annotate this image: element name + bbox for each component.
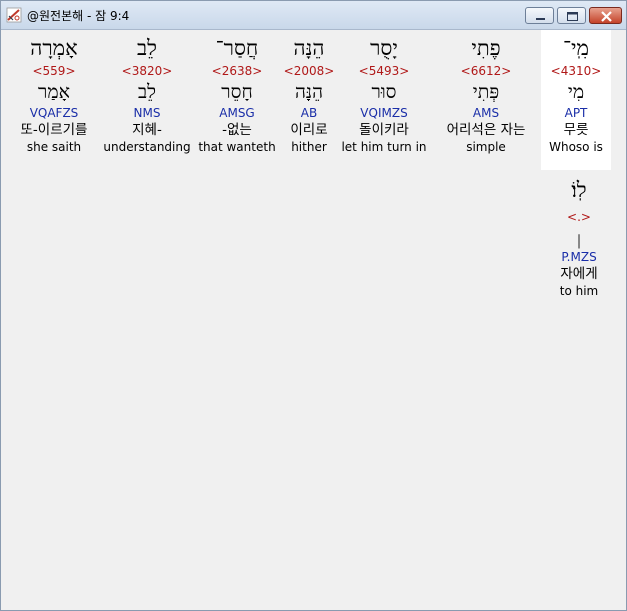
korean-gloss: 지혜- — [132, 122, 162, 138]
word-block[interactable]: לֵב <3820> לֵב NMS 지혜- understanding — [102, 30, 192, 155]
english-gloss: she saith — [26, 140, 82, 154]
korean-gloss: 어리석은 자는 — [446, 122, 526, 138]
lemma-word: סוּר — [371, 81, 397, 103]
verse-view: מִֽי־ <4310> מִי APT 무릇 Whoso is פֶתִי <… — [2, 30, 625, 610]
word-block[interactable]: מִֽי־ <4310> מִי APT 무릇 Whoso is — [541, 30, 611, 170]
lemma-word: לֵב — [137, 81, 157, 103]
korean-gloss: 자에게 — [560, 266, 598, 282]
english-gloss: Whoso is — [549, 140, 603, 154]
strong-number[interactable]: <5493> — [338, 63, 430, 79]
hebrew-word: הֵנָּה — [293, 36, 325, 60]
morph-code: P.MZS — [561, 250, 597, 264]
lemma-word: ׀ — [575, 235, 583, 249]
minimize-icon — [536, 18, 545, 20]
korean-gloss: 무릇 — [563, 122, 589, 138]
hebrew-word: מִֽי־ — [563, 36, 589, 60]
morph-code: VQIMZS — [360, 106, 408, 120]
korean-gloss: 또-이르기를 — [20, 122, 88, 138]
strong-number[interactable]: <2008> — [278, 63, 340, 79]
strong-number[interactable]: <559> — [6, 63, 102, 79]
strong-number[interactable]: <4310> — [541, 63, 611, 79]
english-gloss: to him — [559, 284, 599, 298]
english-gloss: let him turn in — [341, 140, 427, 154]
hebrew-word: חֲסַר־ — [215, 36, 259, 60]
hebrew-word: אָמְרָה — [30, 36, 78, 60]
app-logo-icon — [6, 7, 22, 23]
english-gloss: understanding — [103, 140, 191, 154]
lemma-word: פְּתִי — [472, 81, 500, 103]
morph-code: VQAFZS — [29, 106, 79, 120]
strong-number[interactable]: <.> — [541, 209, 617, 225]
word-block[interactable]: הֵנָּה <2008> הֵנָּה AB 이리로 hither — [278, 30, 340, 155]
english-gloss: simple — [466, 140, 506, 154]
lemma-word: חָסֵר — [221, 81, 253, 103]
maximize-button[interactable] — [557, 7, 586, 24]
morph-code: AMS — [472, 106, 500, 120]
word-block[interactable]: אָמְרָה <559> אָמַר VQAFZS 또-이르기를 she sa… — [6, 30, 102, 155]
morph-code: NMS — [133, 106, 161, 120]
strong-number[interactable]: <3820> — [102, 63, 192, 79]
morph-code: AB — [300, 106, 318, 120]
word-block[interactable]: חֲסַר־ <2638> חָסֵר AMSG -없는 that wantet… — [194, 30, 280, 155]
lemma-word: מִי — [567, 81, 585, 103]
morph-code: APT — [564, 106, 588, 120]
lemma-word: אָמַר — [38, 81, 70, 103]
korean-gloss: -없는 — [222, 122, 252, 138]
lemma-word: הֵנָּה — [294, 81, 324, 103]
strong-number[interactable]: <6612> — [436, 63, 536, 79]
korean-gloss: 이리로 — [290, 122, 328, 138]
word-block[interactable]: לֽוֹ׃ <.> ׀ P.MZS 자에게 to him — [541, 175, 617, 299]
minimize-button[interactable] — [525, 7, 554, 24]
strong-number[interactable]: <2638> — [194, 63, 280, 79]
morph-code: AMSG — [219, 106, 255, 120]
word-block[interactable]: יָסֻר <5493> סוּר VQIMZS 돌이키라 let him tu… — [338, 30, 430, 155]
hebrew-word: לֽוֹ׃ — [571, 178, 587, 202]
english-gloss: that wanteth — [198, 140, 276, 154]
hebrew-word: יָסֻר — [370, 36, 398, 60]
close-button[interactable] — [589, 7, 622, 24]
close-icon — [601, 11, 612, 22]
korean-gloss: 돌이키라 — [359, 122, 409, 138]
word-block[interactable]: פֶתִי <6612> פְּתִי AMS 어리석은 자는 simple — [436, 30, 536, 155]
maximize-icon — [567, 12, 578, 21]
hebrew-word: לֵב — [137, 36, 157, 60]
title-bar[interactable]: @원전본해 - 잠 9:4 — [1, 1, 626, 30]
window-title: @원전본해 - 잠 9:4 — [27, 9, 130, 23]
hebrew-word: פֶתִי — [471, 36, 501, 60]
english-gloss: hither — [291, 140, 327, 154]
app-window: @원전본해 - 잠 9:4 מִֽי־ <4310> מִי APT 무릇 Wh… — [0, 0, 627, 611]
